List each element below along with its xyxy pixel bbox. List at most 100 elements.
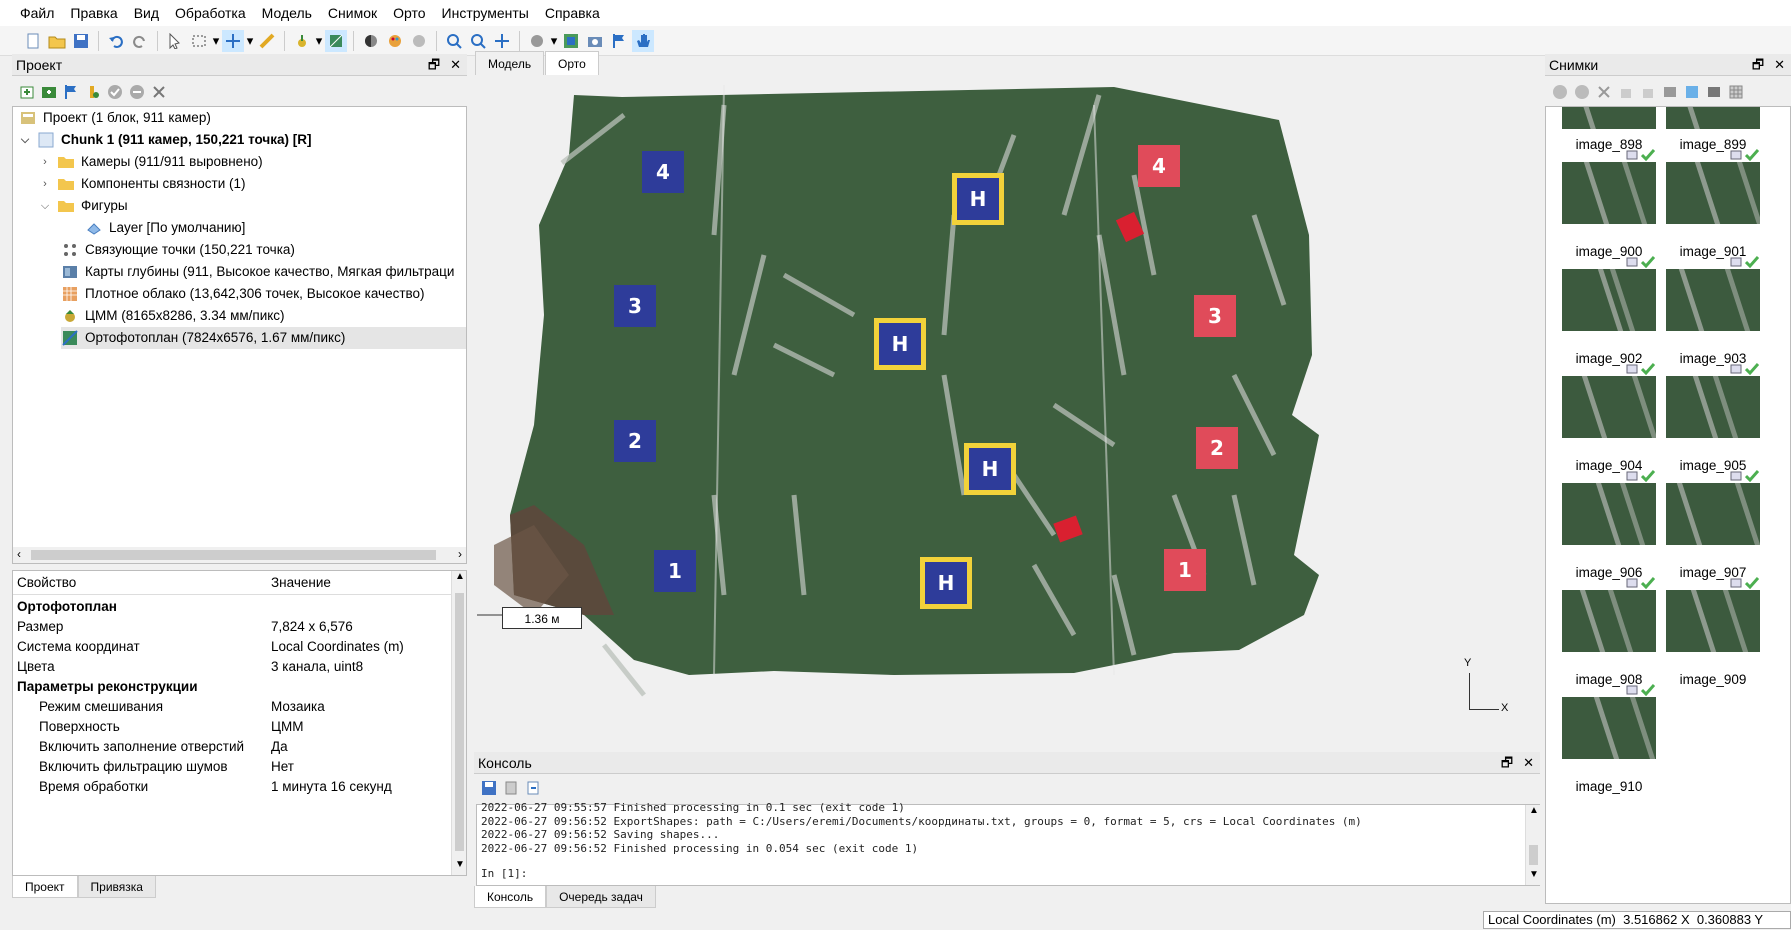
property-row[interactable]: Поверхность ЦММ bbox=[13, 717, 453, 737]
save-icon[interactable] bbox=[70, 30, 92, 52]
photo-thumbnail[interactable] bbox=[1562, 269, 1656, 331]
expand-arrow-icon[interactable]: › bbox=[39, 151, 51, 173]
property-row[interactable]: Режим смешивания Мозаика bbox=[13, 697, 453, 717]
scroll-up-icon[interactable]: ▲ bbox=[1529, 805, 1539, 816]
console-output[interactable]: 2022-06-27 09:55:57 Finished processing … bbox=[476, 801, 1540, 886]
move-icon[interactable] bbox=[491, 30, 513, 52]
menu-item[interactable]: Модель bbox=[254, 0, 320, 26]
zoom-out-icon[interactable] bbox=[467, 30, 489, 52]
remove-icon[interactable] bbox=[150, 83, 168, 101]
tab-console[interactable]: Консоль bbox=[474, 886, 547, 908]
collapse-arrow-icon[interactable]: ⌵ bbox=[39, 195, 51, 217]
add-photos-icon[interactable] bbox=[40, 83, 58, 101]
open-icon[interactable] bbox=[46, 30, 68, 52]
tab-reference[interactable]: Привязка bbox=[77, 876, 156, 898]
tree-item-layer[interactable]: Layer [По умолчанию] bbox=[85, 217, 245, 239]
clear-log-icon[interactable] bbox=[502, 779, 520, 797]
float-icon[interactable]: 🗗 bbox=[1501, 752, 1513, 774]
shade-icon[interactable] bbox=[360, 30, 382, 52]
sphere-icon[interactable] bbox=[526, 30, 548, 52]
draw-point-icon[interactable] bbox=[291, 30, 313, 52]
disable-icon[interactable] bbox=[1573, 83, 1591, 101]
undo-icon[interactable] bbox=[105, 30, 127, 52]
disable-icon[interactable] bbox=[128, 83, 146, 101]
scroll-up-icon[interactable]: ▲ bbox=[455, 571, 465, 582]
run-script-icon[interactable] bbox=[524, 779, 542, 797]
tab-ortho[interactable]: Орто bbox=[545, 51, 599, 75]
ortho-view-icon[interactable] bbox=[560, 30, 582, 52]
menu-item[interactable]: Обработка bbox=[167, 0, 254, 26]
property-row[interactable]: Размер 7,824 x 6,576 bbox=[13, 617, 453, 637]
console-scrollbar[interactable]: ▲ ▼ bbox=[1525, 805, 1540, 885]
menu-item[interactable]: Справка bbox=[537, 0, 608, 26]
grid-view-icon[interactable] bbox=[1727, 83, 1745, 101]
tree-item-dem[interactable]: ЦММ (8165x8286, 3.34 мм/пикс) bbox=[61, 305, 285, 327]
tree-item-project[interactable]: Проект (1 блок, 911 камер) bbox=[19, 107, 211, 129]
menu-item[interactable]: Правка bbox=[62, 0, 125, 26]
color-icon[interactable] bbox=[384, 30, 406, 52]
tab-model[interactable]: Модель bbox=[475, 51, 545, 75]
texture-icon[interactable] bbox=[408, 30, 430, 52]
column-header-value[interactable]: Значение bbox=[271, 571, 331, 595]
photo-thumbnail[interactable] bbox=[1562, 376, 1656, 438]
details-view-icon[interactable] bbox=[1705, 83, 1723, 101]
property-row[interactable]: Включить фильтрацию шумов Нет bbox=[13, 757, 453, 777]
hand-icon[interactable] bbox=[632, 29, 654, 52]
float-icon[interactable]: 🗗 bbox=[1752, 54, 1764, 76]
photo-thumbnail[interactable] bbox=[1562, 107, 1656, 129]
add-chunk-icon[interactable] bbox=[18, 83, 36, 101]
scroll-down-icon[interactable]: ▼ bbox=[455, 859, 465, 870]
menu-item[interactable]: Снимок bbox=[320, 0, 385, 26]
photo-view-icon[interactable] bbox=[1683, 83, 1701, 101]
flag-icon[interactable] bbox=[608, 30, 630, 52]
photo-thumbnail[interactable] bbox=[1666, 483, 1760, 545]
menu-item[interactable]: Файл bbox=[12, 0, 62, 26]
scroll-down-icon[interactable]: ▼ bbox=[1529, 869, 1539, 880]
photo-thumbnail[interactable] bbox=[1666, 376, 1760, 438]
close-icon[interactable]: ✕ bbox=[1523, 752, 1534, 774]
photo-thumbnail[interactable] bbox=[1562, 483, 1656, 545]
property-row[interactable]: Включить заполнение отверстий Да bbox=[13, 737, 453, 757]
photo-thumbnail[interactable] bbox=[1562, 590, 1656, 652]
draw-polygon-icon[interactable] bbox=[325, 29, 347, 52]
select-icon[interactable] bbox=[164, 30, 186, 52]
dropdown-arrow-icon[interactable]: ▾ bbox=[550, 30, 558, 52]
menu-item[interactable]: Инструменты bbox=[434, 0, 537, 26]
expand-arrow-icon[interactable]: › bbox=[39, 173, 51, 195]
remove-icon[interactable] bbox=[1595, 83, 1613, 101]
filter-icon[interactable] bbox=[1661, 83, 1679, 101]
photo-thumbnail[interactable] bbox=[1666, 162, 1760, 224]
camera-icon[interactable] bbox=[584, 30, 606, 52]
tree-item-ortho[interactable]: Ортофотоплан (7824x6576, 1.67 мм/пикс) bbox=[61, 327, 466, 349]
new-icon[interactable] bbox=[22, 30, 44, 52]
float-icon[interactable]: 🗗 bbox=[428, 54, 440, 76]
enable-icon[interactable] bbox=[106, 83, 124, 101]
tree-item-shapes[interactable]: ⌵ Фигуры bbox=[39, 195, 128, 217]
menu-item[interactable]: Вид bbox=[126, 0, 167, 26]
rotate-right-icon[interactable] bbox=[1639, 83, 1657, 101]
ruler-icon[interactable] bbox=[256, 30, 278, 52]
rotate-left-icon[interactable] bbox=[1617, 83, 1635, 101]
tree-item-components[interactable]: › Компоненты связности (1) bbox=[39, 173, 245, 195]
property-row[interactable]: Время обработки 1 минута 16 секунд bbox=[13, 777, 453, 797]
photo-thumbnail[interactable] bbox=[1666, 269, 1760, 331]
rect-select-icon[interactable] bbox=[188, 30, 210, 52]
photo-thumbnail[interactable] bbox=[1562, 162, 1656, 224]
dropdown-arrow-icon[interactable]: ▾ bbox=[212, 30, 220, 52]
tree-item-dense-cloud[interactable]: Плотное облако (13,642,306 точек, Высоко… bbox=[61, 283, 425, 305]
save-log-icon[interactable] bbox=[480, 779, 498, 797]
close-icon[interactable]: ✕ bbox=[450, 54, 461, 76]
tab-project[interactable]: Проект bbox=[12, 876, 78, 898]
tree-item-chunk[interactable]: ⌵ Chunk 1 (911 камер, 150,221 точка) [R] bbox=[19, 129, 312, 151]
add-markers-icon[interactable] bbox=[62, 83, 80, 101]
ortho-viewport[interactable]: 4 3 2 1 4 3 2 1 H H H H 1.36 м Y X bbox=[474, 75, 1540, 747]
photo-thumbnail[interactable] bbox=[1562, 697, 1656, 759]
property-row[interactable]: Цвета 3 канала, uint8 bbox=[13, 657, 453, 677]
menu-item[interactable]: Орто bbox=[385, 0, 433, 26]
tab-task-queue[interactable]: Очередь задач bbox=[546, 886, 656, 908]
zoom-in-icon[interactable] bbox=[443, 30, 465, 52]
enable-icon[interactable] bbox=[1551, 83, 1569, 101]
tree-item-tie-points[interactable]: Связующие точки (150,221 точка) bbox=[61, 239, 295, 261]
add-scalebar-icon[interactable] bbox=[84, 83, 102, 101]
redo-icon[interactable] bbox=[129, 30, 151, 52]
